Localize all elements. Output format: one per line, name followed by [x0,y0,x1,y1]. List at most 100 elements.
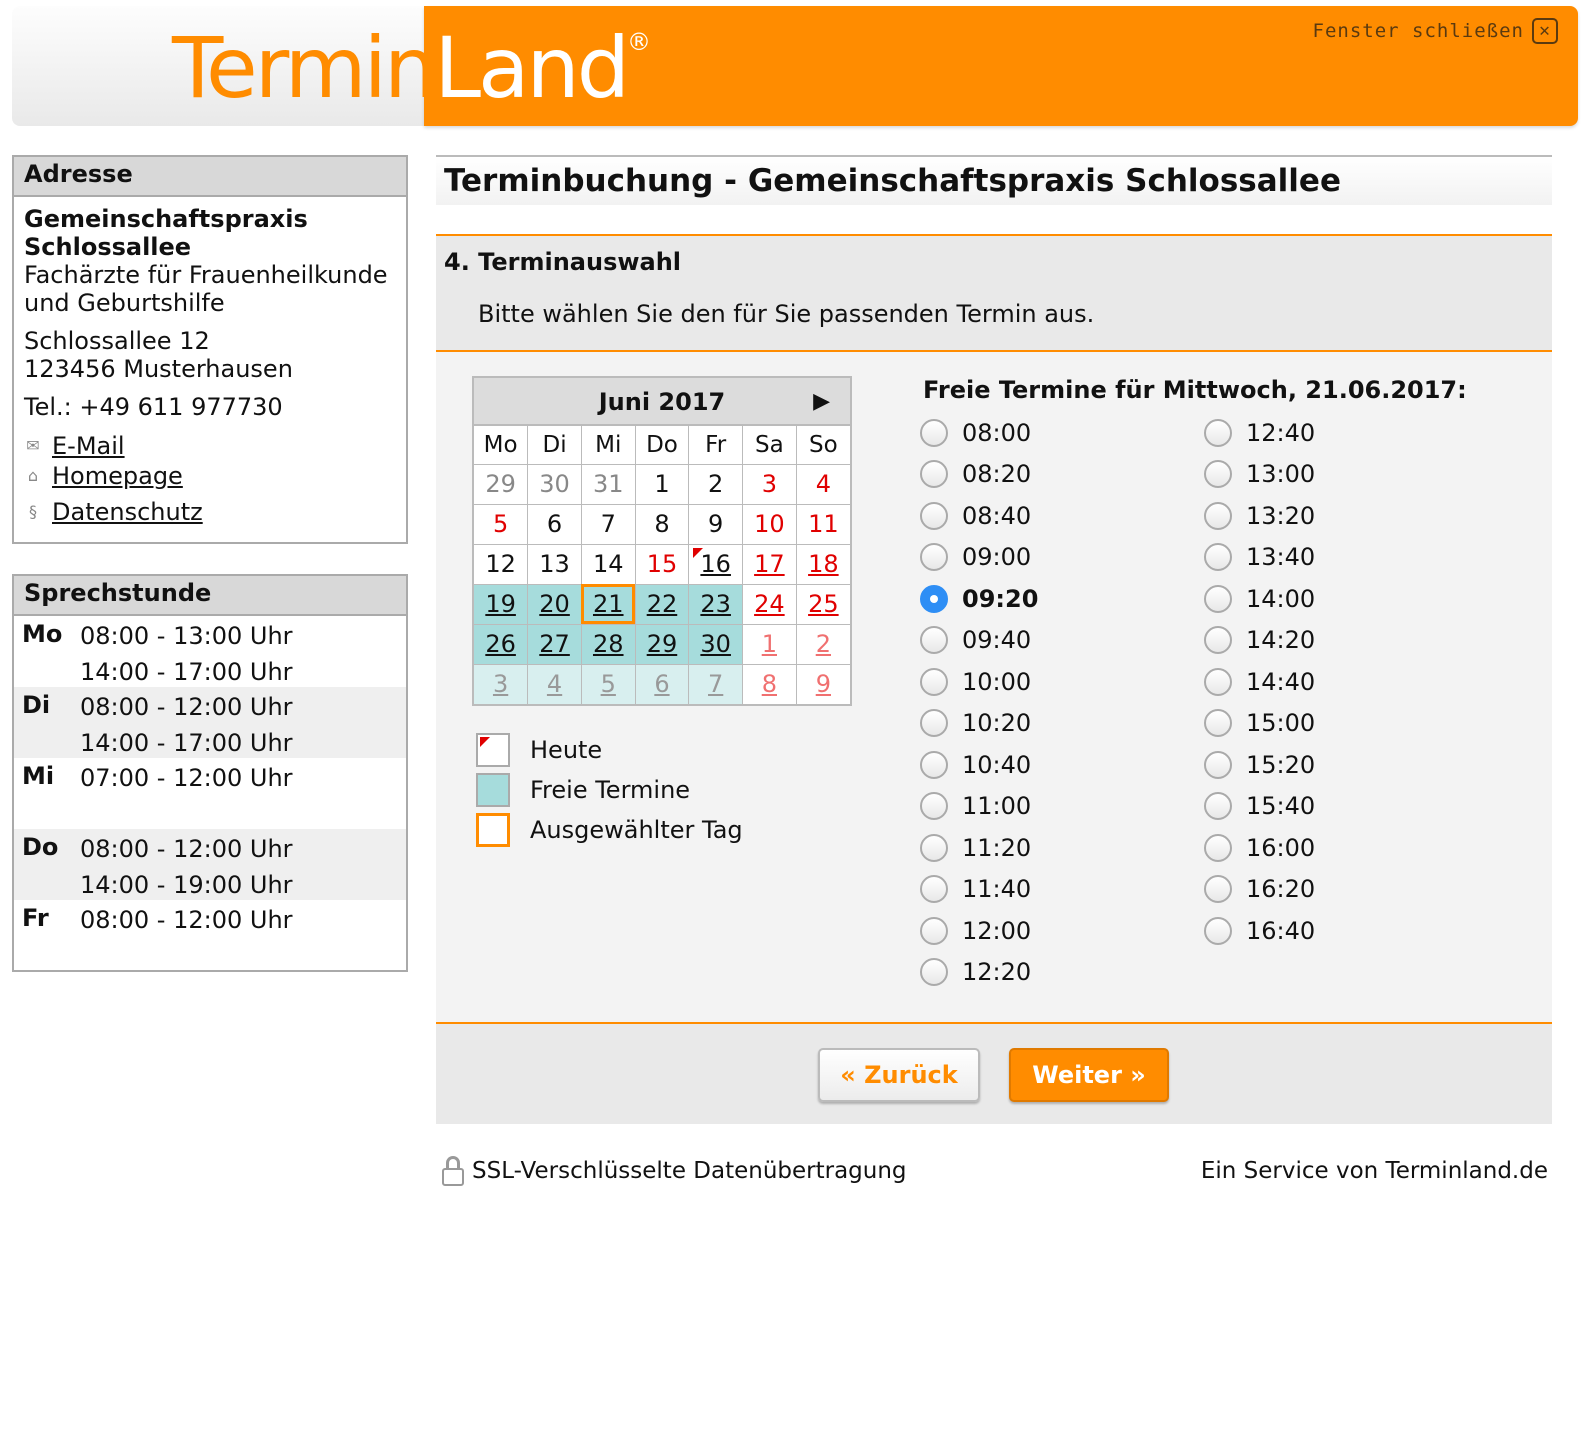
time-slot-option[interactable]: 11:40 [920,869,1038,911]
time-slot-option[interactable]: 16:40 [1204,910,1315,952]
time-slot-option[interactable]: 13:00 [1204,454,1315,496]
time-slot-radio[interactable] [1204,501,1232,530]
time-slot-radio[interactable] [1204,833,1232,862]
calendar-day-selected[interactable]: 21 [580,583,636,625]
calendar-day-number[interactable]: 26 [485,630,516,658]
time-slot-option[interactable]: 09:40 [920,620,1038,662]
time-slot-radio[interactable] [1204,709,1232,738]
calendar-day-number[interactable]: 19 [485,590,516,618]
privacy-link[interactable]: Datenschutz [52,498,203,526]
time-slot-option[interactable]: 10:40 [920,744,1038,786]
calendar-day-number[interactable]: 17 [754,550,785,578]
time-slot-option[interactable]: 10:00 [920,661,1038,703]
time-slot-radio[interactable] [920,584,948,613]
homepage-link-row[interactable]: ⌂ Homepage [24,461,396,491]
calendar-day[interactable]: 23 [688,583,744,625]
calendar-day-number[interactable]: 8 [762,670,777,698]
calendar-day[interactable]: 20 [527,583,582,625]
calendar-day[interactable]: 24 [742,583,797,625]
calendar-day-number[interactable]: 27 [539,630,570,658]
time-slot-radio[interactable] [1204,792,1232,821]
email-link[interactable]: E-Mail [52,432,125,460]
time-slot-option[interactable]: 14:00 [1204,578,1315,620]
time-slot-radio[interactable] [920,916,948,945]
calendar-day-number[interactable]: 21 [593,590,624,618]
calendar-day-number[interactable]: 20 [539,590,570,618]
time-slot-option[interactable]: 12:20 [920,952,1038,994]
calendar-day[interactable]: 4 [527,663,582,704]
calendar-day[interactable]: 19 [474,583,529,625]
next-button[interactable]: Weiter » [1009,1048,1169,1102]
time-slot-option[interactable]: 15:40 [1204,786,1315,828]
time-slot-radio[interactable] [920,626,948,655]
calendar-day[interactable]: 18 [795,543,850,585]
time-slot-radio[interactable] [1204,875,1232,904]
time-slot-option[interactable]: 12:40 [1204,412,1315,454]
time-slot-option[interactable]: 16:00 [1204,827,1315,869]
time-slot-radio[interactable] [920,667,948,696]
time-slot-option[interactable]: 08:00 [920,412,1038,454]
calendar-day[interactable]: 9 [795,663,850,704]
calendar-day[interactable]: 30 [688,623,744,665]
time-slot-option[interactable]: 14:20 [1204,620,1315,662]
time-slot-option[interactable]: 09:00 [920,537,1038,579]
time-slot-radio[interactable] [1204,543,1232,572]
calendar-day-number[interactable]: 3 [493,670,508,698]
calendar-day[interactable]: 25 [795,583,850,625]
calendar-day[interactable]: 22 [634,583,690,625]
time-slot-option[interactable]: 11:20 [920,827,1038,869]
time-slot-radio[interactable] [1204,418,1232,447]
time-slot-option[interactable]: 14:40 [1204,661,1315,703]
time-slot-radio[interactable] [920,543,948,572]
calendar-day[interactable]: 28 [580,623,636,665]
time-slot-radio[interactable] [920,875,948,904]
calendar-day[interactable]: 29 [634,623,690,665]
calendar-day-number[interactable]: 28 [593,630,624,658]
time-slot-radio[interactable] [1204,460,1232,489]
time-slot-radio[interactable] [920,418,948,447]
time-slot-option[interactable]: 10:20 [920,703,1038,745]
privacy-link-row[interactable]: § Datenschutz [24,497,396,527]
time-slot-option[interactable]: 13:40 [1204,537,1315,579]
time-slot-radio[interactable] [920,750,948,779]
time-slot-radio[interactable] [1204,750,1232,779]
time-slot-radio[interactable] [920,460,948,489]
time-slot-radio[interactable] [1204,667,1232,696]
calendar-day-number[interactable]: 29 [647,630,678,658]
time-slot-radio[interactable] [920,501,948,530]
calendar-day-number[interactable]: 7 [708,670,723,698]
time-slot-option[interactable]: 08:20 [920,454,1038,496]
time-slot-radio[interactable] [920,833,948,862]
calendar-day[interactable]: 26 [474,623,529,665]
calendar-day[interactable]: 3 [474,663,529,704]
calendar-day-number[interactable]: 9 [816,670,831,698]
time-slot-option[interactable]: 15:20 [1204,744,1315,786]
calendar-day-number[interactable]: 23 [700,590,731,618]
close-window-button[interactable]: Fenster schließen ✕ [1313,18,1558,44]
time-slot-option[interactable]: 09:20 [920,578,1038,620]
time-slot-radio[interactable] [920,958,948,987]
calendar-day[interactable]: 2 [795,623,850,665]
calendar-day-number[interactable]: 1 [762,630,777,658]
calendar-day[interactable]: 5 [580,663,636,704]
time-slot-radio[interactable] [1204,916,1232,945]
calendar-day[interactable]: 8 [742,663,797,704]
calendar-day-number[interactable]: 4 [547,670,562,698]
time-slot-radio[interactable] [1204,584,1232,613]
time-slot-option[interactable]: 11:00 [920,786,1038,828]
calendar-day-number[interactable]: 24 [754,590,785,618]
back-button[interactable]: « Zurück [818,1048,980,1102]
calendar-day-number[interactable]: 25 [808,590,839,618]
close-icon[interactable]: ✕ [1532,18,1558,44]
calendar-day[interactable]: 17 [742,543,797,585]
calendar-day[interactable]: 6 [634,663,690,704]
homepage-link[interactable]: Homepage [52,462,183,490]
calendar-day-number[interactable]: 22 [647,590,678,618]
time-slot-option[interactable]: 12:00 [920,910,1038,952]
calendar-day-number[interactable]: 6 [654,670,669,698]
calendar-day-number[interactable]: 2 [816,630,831,658]
calendar-day-number[interactable]: 18 [808,550,839,578]
calendar-day[interactable]: 16 [688,543,744,585]
calendar-day[interactable]: 1 [742,623,797,665]
email-link-row[interactable]: ✉ E-Mail [24,431,396,461]
